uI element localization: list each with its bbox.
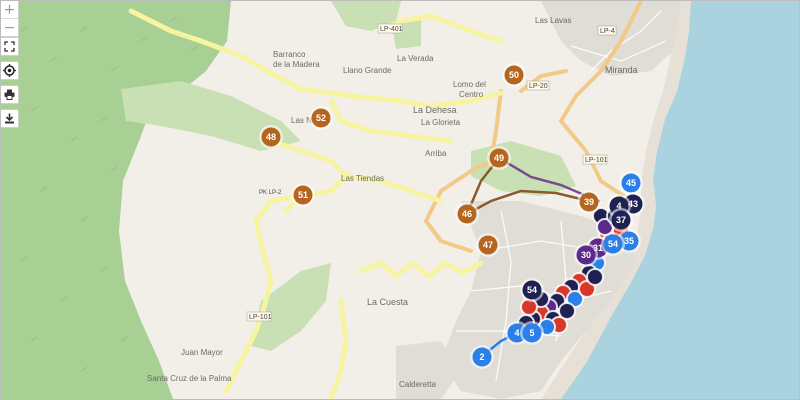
map-marker[interactable]: 37	[609, 208, 633, 232]
zoom-control: + −	[1, 1, 19, 37]
map-marker[interactable]: 49	[487, 146, 511, 170]
markers-layer: 5052484951464739454343735313054544 52	[259, 63, 645, 369]
marker-label: 52	[316, 113, 326, 123]
print-icon	[4, 89, 15, 100]
marker-label: 47	[483, 240, 493, 250]
zoom-in-button[interactable]: +	[1, 1, 18, 18]
cluster-marker[interactable]	[558, 302, 576, 320]
marker-label: 51	[298, 190, 308, 200]
marker-label: 45	[626, 178, 636, 188]
map-marker[interactable]: 2	[470, 345, 494, 369]
marker-label: 35	[624, 236, 634, 246]
map-marker[interactable]: 47	[476, 233, 500, 257]
fullscreen-icon	[4, 41, 15, 52]
marker-label: 54	[608, 239, 618, 249]
zoom-out-button[interactable]: −	[1, 18, 18, 36]
print-button[interactable]	[1, 85, 19, 104]
map-marker[interactable]: 54	[520, 278, 544, 302]
marker-label: 2	[479, 352, 484, 362]
marker-label: 4	[514, 328, 519, 338]
map-frame[interactable]: LP-401 LP-4 LP-20 LP-101 LP-101 PK LP-2 …	[0, 0, 800, 400]
map-marker[interactable]: 54	[601, 232, 625, 256]
map-marker[interactable]: 52	[309, 106, 333, 130]
locate-icon	[3, 64, 16, 77]
map-marker[interactable]: 30	[574, 243, 598, 267]
map-marker[interactable]: 48	[259, 125, 283, 149]
download-button[interactable]	[1, 109, 19, 128]
map-marker[interactable]: 50	[502, 63, 526, 87]
fullscreen-button[interactable]	[1, 37, 19, 56]
map-marker[interactable]: 5	[520, 321, 544, 345]
marker-label: 50	[509, 70, 519, 80]
map-marker[interactable]: 51	[291, 183, 315, 207]
download-icon	[5, 113, 14, 124]
map-marker[interactable]: 46	[455, 202, 479, 226]
marker-label: 5	[529, 328, 534, 338]
marker-label: 48	[266, 132, 276, 142]
locate-button[interactable]	[1, 61, 19, 80]
marker-label: 54	[527, 285, 537, 295]
map-marker[interactable]: 39	[577, 190, 601, 214]
marker-label: 46	[462, 209, 472, 219]
marker-label: 49	[494, 153, 504, 163]
marker-label: 30	[581, 250, 591, 260]
marker-label: 39	[584, 197, 594, 207]
marker-label: 37	[616, 215, 626, 225]
map-marker[interactable]: 45	[619, 171, 643, 195]
cluster-marker[interactable]	[586, 268, 604, 286]
